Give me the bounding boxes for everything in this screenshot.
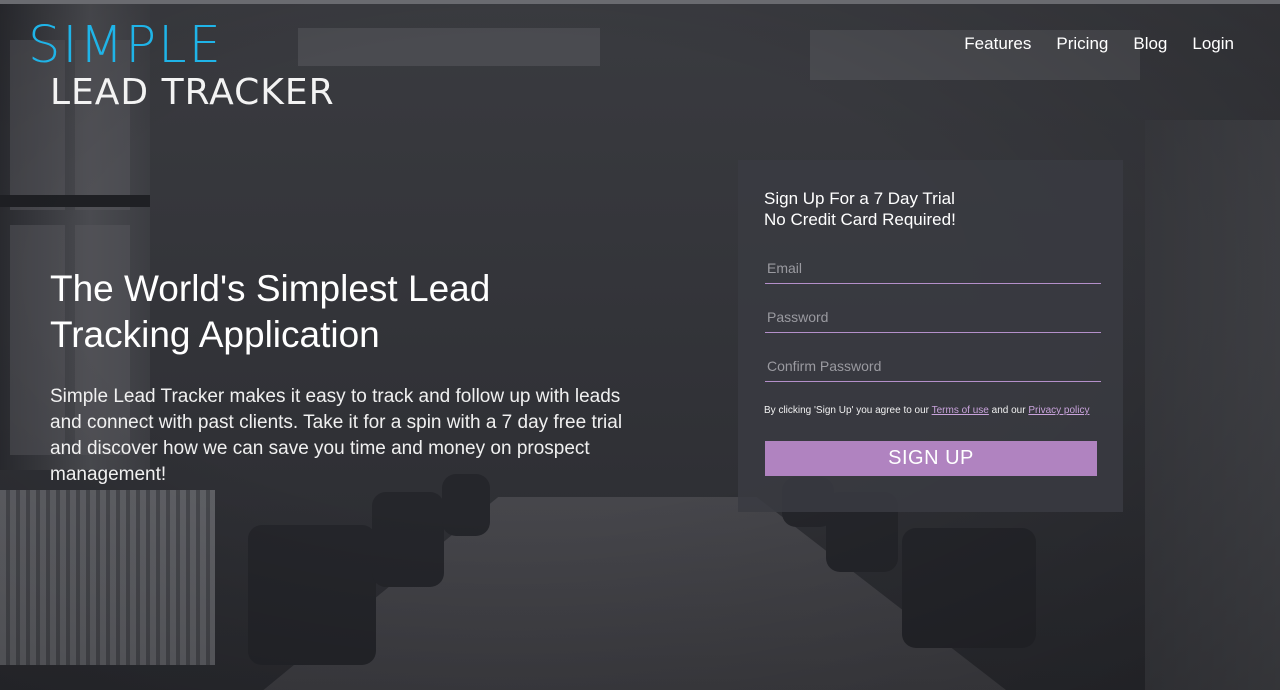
password-field [765,302,1105,333]
signup-heading-line2: No Credit Card Required! [764,210,956,229]
terms-of-use-link[interactable]: Terms of use [932,405,989,416]
nav-pricing[interactable]: Pricing [1056,34,1108,54]
password-input[interactable] [765,302,1105,332]
hero-description: Simple Lead Tracker makes it easy to tra… [50,386,623,485]
terms-middle: and our [991,405,1026,416]
privacy-policy-link[interactable]: Privacy policy [1028,405,1089,416]
terms-notice: By clicking 'Sign Up' you agree to our T… [764,405,1104,417]
logo-lead-tracker: LEAD TRACKER [50,72,335,113]
nav-features[interactable]: Features [964,34,1031,54]
confirm-password-field [765,351,1105,382]
signup-heading-line1: Sign Up For a 7 Day Trial [764,189,955,208]
nav-login[interactable]: Login [1192,34,1234,54]
logo[interactable]: SIMPLE LEAD TRACKER [28,18,335,112]
sign-up-button[interactable]: SIGN UP [765,441,1097,476]
main-nav: Features Pricing Blog Login [964,34,1234,54]
confirm-password-input[interactable] [765,351,1105,381]
signup-heading: Sign Up For a 7 Day Trial No Credit Card… [764,188,956,230]
logo-simple: SIMPLE [28,16,223,75]
email-input[interactable] [765,253,1105,283]
terms-prefix: By clicking 'Sign Up' you agree to our [764,405,930,416]
browser-top-edge [0,0,1280,4]
hero-title: The World's Simplest Lead Tracking Appli… [50,268,491,355]
nav-blog[interactable]: Blog [1133,34,1167,54]
email-field [765,253,1105,284]
signup-panel: Sign Up For a 7 Day Trial No Credit Card… [738,160,1123,512]
